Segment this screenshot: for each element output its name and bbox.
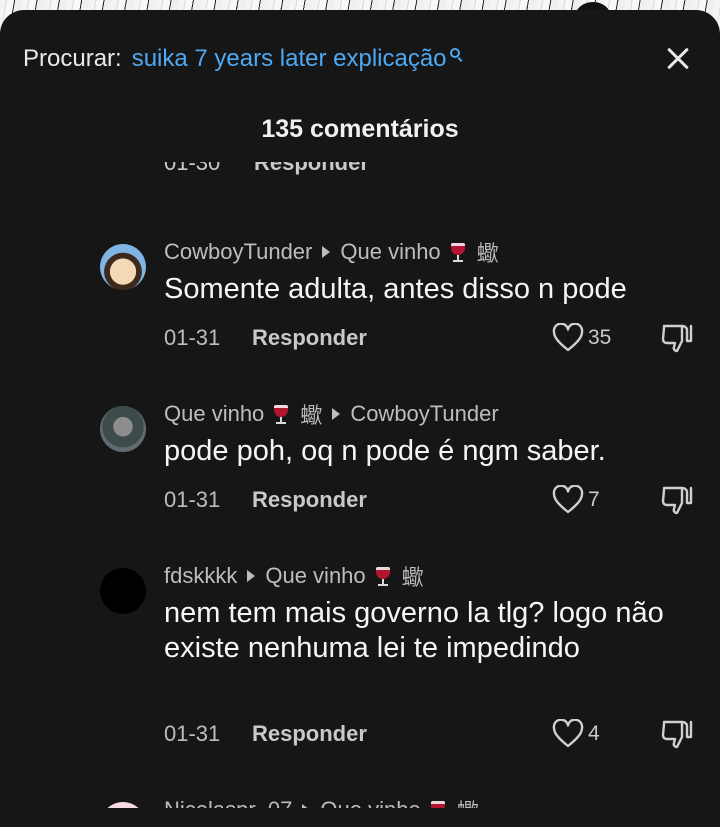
comment-username[interactable]: Nicolaspr_07 [164, 797, 292, 808]
like-count: 7 [588, 488, 600, 511]
reply-arrow-icon [302, 804, 311, 808]
comment-actions: 01-31 Responder 4 [164, 718, 704, 750]
heart-icon [552, 323, 584, 352]
search-query-link[interactable]: suika 7 years later explicação [132, 45, 447, 73]
reply-button[interactable]: Responder [252, 487, 367, 513]
partial-comment-actions: 01-30 Responder [164, 162, 704, 176]
reply-arrow-icon [332, 408, 341, 420]
avatar[interactable] [100, 244, 146, 290]
comment-text: Somente adulta, antes disso n pode [164, 273, 627, 305]
avatar[interactable] [100, 802, 146, 808]
comment-username[interactable]: Que vinho [164, 401, 264, 427]
comment-meta: CowboyTunder Que vinho 蠍 [164, 238, 499, 266]
reply-to-suffix: 蠍 [457, 794, 479, 808]
comment-meta: fdskkkk Que vinho 蠍 [164, 562, 424, 590]
like-count: 35 [588, 326, 612, 349]
heart-icon [552, 719, 584, 748]
username-suffix: 蠍 [300, 403, 323, 428]
reply-to-suffix: 蠍 [476, 241, 499, 266]
comment-actions: 01-31 Responder 35 [164, 322, 704, 354]
like-button[interactable]: 7 [552, 484, 600, 516]
comment-date: 01-31 [164, 487, 221, 512]
avatar[interactable] [100, 568, 146, 614]
reply-to-username[interactable]: Que vinho [320, 797, 420, 808]
heart-icon [552, 485, 584, 514]
comment-username[interactable]: CowboyTunder [164, 239, 312, 265]
comment-date: 01-31 [164, 325, 221, 350]
like-button[interactable]: 4 [552, 718, 600, 750]
reply-button[interactable]: Responder [254, 162, 369, 176]
search-prefix: Procurar: [23, 45, 122, 72]
close-button[interactable] [660, 40, 696, 76]
search-suggestion[interactable]: Procurar: suika 7 years later explicação [23, 42, 465, 76]
reply-to-username[interactable]: Que vinho [340, 239, 440, 265]
reply-arrow-icon [322, 246, 331, 258]
comments-count-title: 135 comentários [261, 115, 459, 143]
dislike-button[interactable] [660, 322, 694, 354]
wine-glass-icon [374, 565, 390, 587]
comments-list[interactable]: 01-30 Responder CowboyTunder Que vinho 蠍… [0, 162, 720, 808]
reply-button[interactable]: Responder [252, 325, 367, 351]
thumbs-down-icon [661, 486, 693, 515]
search-icon[interactable] [449, 48, 465, 70]
wine-glass-icon [449, 241, 465, 263]
reply-to-username[interactable]: Que vinho [265, 563, 365, 589]
like-button[interactable]: 35 [552, 322, 611, 354]
avatar[interactable] [100, 406, 146, 452]
comment-text: nem tem mais governo la tlg? logo não ex… [164, 597, 664, 664]
comment-actions: 01-31 Responder 7 [164, 484, 704, 516]
comment-meta: Nicolaspr_07 Que vinho 蠍 [164, 796, 479, 808]
reply-arrow-icon [247, 570, 256, 582]
comment-username[interactable]: fdskkkk [164, 563, 237, 589]
reply-to-suffix: 蠍 [401, 565, 424, 590]
comments-sheet: Procurar: suika 7 years later explicação… [0, 10, 720, 827]
comment-date: 01-31 [164, 721, 221, 746]
thumbs-down-icon [661, 324, 693, 353]
dislike-button[interactable] [660, 718, 694, 750]
thumbs-down-icon [661, 720, 693, 749]
comment-date: 01-30 [164, 162, 221, 175]
reply-button[interactable]: Responder [252, 721, 367, 747]
reply-to-username[interactable]: CowboyTunder [350, 401, 498, 427]
wine-glass-icon [429, 799, 445, 808]
wine-glass-icon [272, 403, 289, 425]
dislike-button[interactable] [660, 484, 694, 516]
comment-meta: Que vinho 蠍 CowboyTunder [164, 400, 499, 428]
like-count: 4 [588, 722, 600, 745]
comment-text: pode poh, oq n pode é ngm saber. [164, 435, 606, 467]
